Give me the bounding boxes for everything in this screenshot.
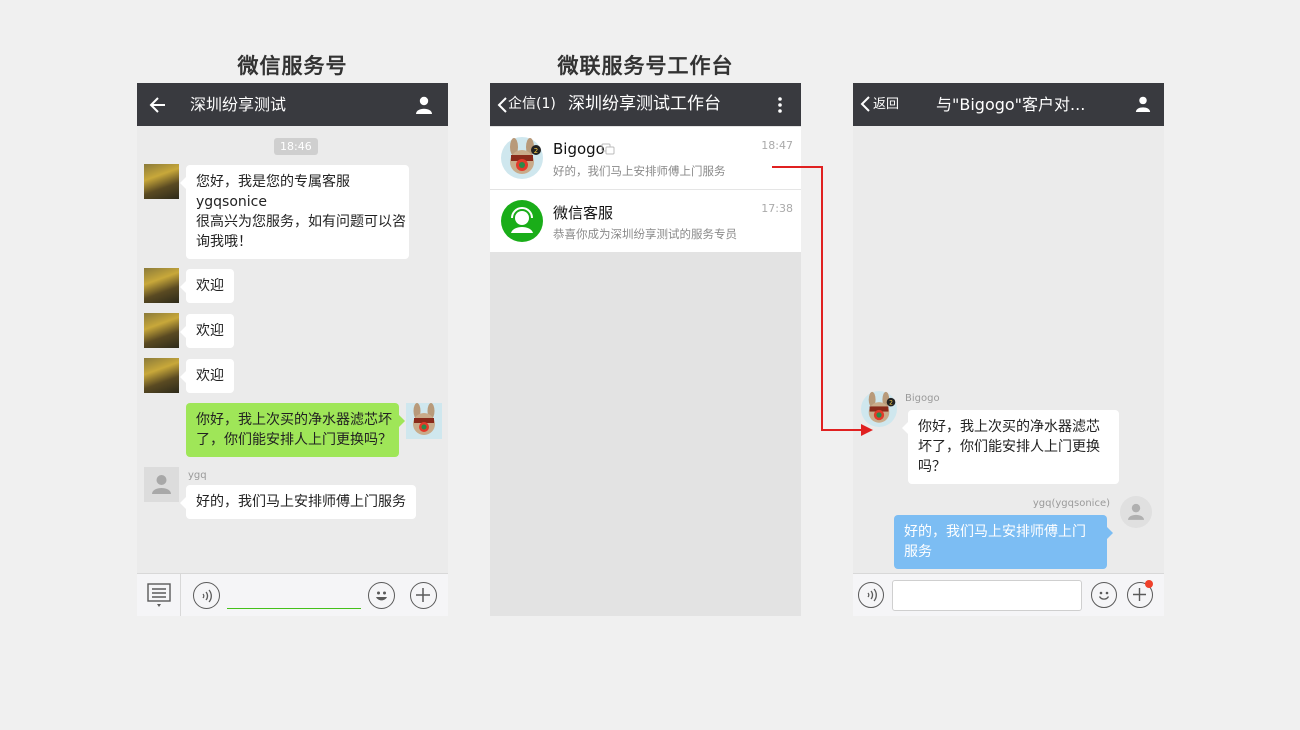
phone-workbench: 企信(1) 深圳纷享测试工作台 2 Bigogo 好的，我们马上安排师傅上门服务… <box>490 83 801 616</box>
message-line: 服务 <box>904 544 932 560</box>
avatar[interactable] <box>144 358 179 393</box>
conversation-preview: 好的，我们马上安排师傅上门服务 <box>553 164 726 178</box>
phone-customer-chat: 返回 与"Bigogo"客户对... 2 Bigogo 你好，我上次买的净水器滤… <box>853 83 1164 616</box>
message-line: 了，你们能安排人上门更换吗？ <box>196 432 392 448</box>
message-line: 欢迎 <box>196 323 224 339</box>
conversation-preview: 恭喜你成为深圳纷享测试的服务专员 <box>553 227 737 241</box>
sender-name: ygq <box>188 470 207 481</box>
emoji-button[interactable] <box>368 582 395 609</box>
message-line: ygqsonice <box>196 194 267 210</box>
sender-name: ygq(ygqsonice) <box>1032 498 1110 509</box>
profile-icon[interactable] <box>1135 96 1151 112</box>
header-bar: 深圳纷享测试 <box>137 83 448 126</box>
message-line: 坏了，你们能安排人上门更换 <box>918 439 1100 455</box>
header-bar: 返回 与"Bigogo"客户对... <box>853 83 1164 126</box>
notification-dot <box>1145 580 1153 588</box>
conversation-name: Bigogo <box>553 140 605 158</box>
avatar[interactable] <box>144 313 179 348</box>
message-line: 好的，我们马上安排师傅上门 <box>904 524 1086 540</box>
wechat-linked-icon <box>601 143 615 155</box>
back-link[interactable]: 企信(1) <box>508 83 556 126</box>
voice-icon <box>867 588 877 602</box>
customer-service-icon <box>501 200 543 242</box>
message-bubble[interactable]: 好的，我们马上安排师傅上门服务 <box>180 485 416 519</box>
back-chevron-icon[interactable] <box>497 97 507 113</box>
back-arrow-icon[interactable] <box>149 96 167 114</box>
plus-icon <box>1133 588 1146 601</box>
smiley-icon <box>1098 591 1110 600</box>
conversation-name: 微信客服 <box>553 204 614 222</box>
message-line: 欢迎 <box>196 278 224 294</box>
level-badge: 2 <box>534 147 538 155</box>
page-title: 与"Bigogo"客户对... <box>936 95 1086 114</box>
back-link[interactable]: 返回 <box>873 83 899 126</box>
level-badge: 2 <box>889 400 893 407</box>
more-vertical-icon[interactable] <box>777 97 783 113</box>
message-line: 很高兴为您服务，如有问题可以咨 <box>196 214 406 230</box>
avatar[interactable] <box>144 467 179 502</box>
avatar[interactable] <box>144 164 179 199</box>
plus-icon <box>416 588 430 602</box>
bunny-avatar-icon[interactable] <box>406 403 442 439</box>
bunny-avatar-icon: 2 <box>501 137 543 179</box>
message-line: 您好，我是您的专属客服 <box>196 174 350 190</box>
caption-wechat-service-account: 微信服务号 <box>237 54 348 78</box>
sender-name: Bigogo <box>905 393 940 404</box>
voice-button[interactable] <box>858 582 884 608</box>
voice-icon <box>202 589 212 603</box>
toolbar-divider <box>180 574 181 616</box>
message-line: 你好，我上次买的净水器滤芯 <box>918 419 1100 435</box>
message-bubble[interactable]: 您好，我是您的专属客服 ygqsonice 很高兴为您服务，如有问题可以咨 询我… <box>180 165 409 259</box>
flow-arrow <box>772 166 873 436</box>
input-toolbar <box>137 573 448 616</box>
voice-button[interactable] <box>193 582 220 609</box>
own-message-bubble[interactable]: 你好，我上次买的净水器滤芯坏 了，你们能安排人上门更换吗？ <box>186 403 405 457</box>
text-input[interactable] <box>227 584 361 609</box>
input-toolbar <box>853 573 1164 616</box>
back-chevron-icon[interactable] <box>860 96 870 112</box>
caption-weilian-workbench: 微联服务号工作台 <box>557 54 734 78</box>
message-bubble[interactable]: 欢迎 <box>180 269 234 303</box>
conversation-item[interactable]: 2 Bigogo 好的，我们马上安排师傅上门服务 18:47 <box>490 127 801 189</box>
smiley-icon <box>376 591 387 601</box>
avatar[interactable] <box>144 268 179 303</box>
header-bar: 企信(1) 深圳纷享测试工作台 <box>490 83 801 126</box>
avatar[interactable] <box>1120 496 1152 528</box>
message-line: 欢迎 <box>196 368 224 384</box>
page-title: 深圳纷享测试工作台 <box>568 94 721 114</box>
page-title: 深圳纷享测试 <box>190 95 287 114</box>
own-message-bubble[interactable]: 好的，我们马上安排师傅上门 服务 <box>894 515 1113 569</box>
conversation-item[interactable]: 微信客服 恭喜你成为深圳纷享测试的服务专员 17:38 <box>490 190 801 252</box>
conversation-time: 18:47 <box>761 139 793 152</box>
message-bubble[interactable]: 欢迎 <box>180 359 234 393</box>
default-user-icon <box>1128 503 1144 520</box>
phone-wechat-chat: 深圳纷享测试 18:46 您好，我是您的专属客服 ygqsonice 很高兴为您… <box>137 83 448 616</box>
emoji-button[interactable] <box>1091 582 1117 608</box>
time-divider: 18:46 <box>274 138 318 155</box>
message-line: 询我哦！ <box>196 234 252 250</box>
message-line: 你好，我上次买的净水器滤芯坏 <box>196 412 392 428</box>
default-user-icon <box>152 475 171 494</box>
profile-icon[interactable] <box>415 96 433 114</box>
message-bubble[interactable]: 欢迎 <box>180 314 234 348</box>
message-bubble[interactable]: 你好，我上次买的净水器滤芯 坏了，你们能安排人上门更换 吗？ <box>902 410 1119 484</box>
menu-keyboard-icon[interactable] <box>147 583 172 609</box>
text-input[interactable] <box>892 580 1082 611</box>
message-line: 吗？ <box>918 459 946 475</box>
message-line: 好的，我们马上安排师傅上门服务 <box>196 494 406 510</box>
more-button[interactable] <box>410 582 437 609</box>
